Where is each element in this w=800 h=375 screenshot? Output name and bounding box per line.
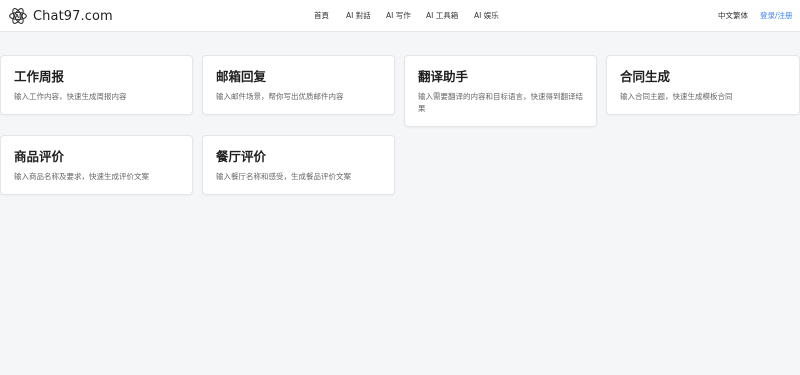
- tool-card-translator[interactable]: 翻译助手 输入需要翻译的内容和目标语言，快速得到翻译结果: [404, 55, 597, 127]
- card-title: 翻译助手: [418, 69, 469, 84]
- tool-card-restaurant-review[interactable]: 餐厅评价 输入餐厅名称和感受，生成餐品评价文案: [202, 135, 395, 195]
- card-description: 输入商品名称及要求，快速生成评价文案: [14, 172, 149, 181]
- openai-logo-icon: AI: [9, 8, 27, 24]
- card-description: 输入工作内容，快速生成周报内容: [14, 92, 127, 101]
- nav-ai-chat[interactable]: AI 對話: [346, 10, 371, 21]
- card-title: 合同生成: [620, 69, 671, 84]
- card-description: 输入餐厅名称和感受，生成餐品评价文案: [216, 172, 351, 181]
- tool-card-email-reply[interactable]: 邮箱回复 输入邮件场景，帮你写出优质邮件内容: [202, 55, 395, 115]
- tool-card-contract-generator[interactable]: 合同生成 输入合同主题，快速生成模板合同: [606, 55, 800, 115]
- brand-name: Chat97.com: [33, 8, 113, 24]
- nav-ai-writing[interactable]: AI 写作: [386, 10, 411, 21]
- svg-text:AI: AI: [15, 14, 21, 20]
- card-title: 工作周报: [14, 69, 65, 84]
- language-switch[interactable]: 中文繁体: [718, 10, 748, 21]
- top-navbar: AI Chat97.com 首頁 AI 對話 AI 写作 AI 工具箱 AI 娱…: [0, 0, 800, 32]
- nav-home[interactable]: 首頁: [314, 10, 329, 21]
- card-title: 邮箱回复: [216, 69, 267, 84]
- login-register-link[interactable]: 登录/注册: [760, 10, 793, 21]
- nav-ai-entertainment[interactable]: AI 娱乐: [474, 10, 499, 21]
- card-title: 商品评价: [14, 149, 65, 164]
- card-title: 餐厅评价: [216, 149, 267, 164]
- tool-card-weekly-report[interactable]: 工作周报 输入工作内容，快速生成周报内容: [0, 55, 193, 115]
- tool-card-product-review[interactable]: 商品评价 输入商品名称及要求，快速生成评价文案: [0, 135, 193, 195]
- card-description: 输入需要翻译的内容和目标语言，快速得到翻译结果: [418, 92, 583, 113]
- nav-ai-toolbox[interactable]: AI 工具箱: [426, 10, 458, 21]
- brand-link[interactable]: AI Chat97.com: [8, 6, 113, 26]
- card-description: 输入合同主题，快速生成模板合同: [620, 92, 733, 101]
- card-description: 输入邮件场景，帮你写出优质邮件内容: [216, 92, 344, 101]
- main-nav: 首頁 AI 對話 AI 写作 AI 工具箱 AI 娱乐: [0, 0, 800, 32]
